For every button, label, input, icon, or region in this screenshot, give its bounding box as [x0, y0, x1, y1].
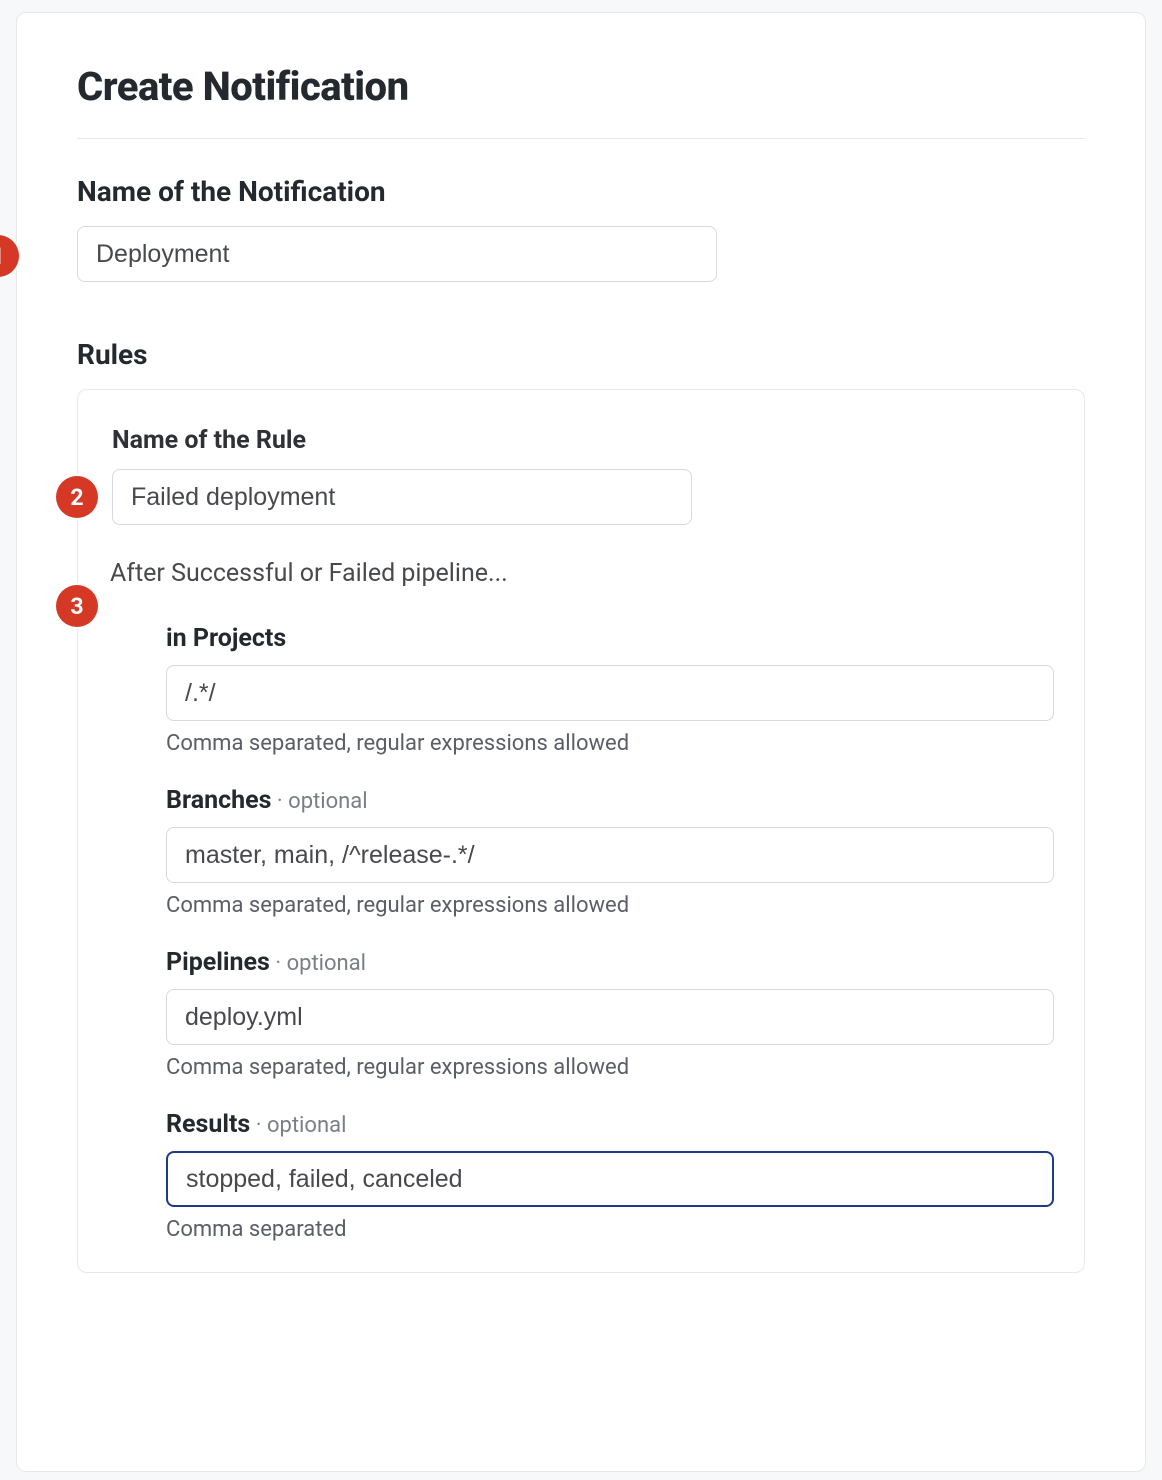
rules-card: Name of the Rule 2 3 After Successful or…	[77, 389, 1085, 1273]
pipelines-label-text: Pipelines	[166, 948, 270, 977]
optional-separator: ·	[250, 1113, 267, 1138]
step-badge-3: 3	[56, 585, 98, 627]
branches-help: Comma separated, regular expressions all…	[166, 893, 1054, 918]
page-title: Create Notification	[77, 63, 1085, 110]
pipelines-help: Comma separated, regular expressions all…	[166, 1055, 1054, 1080]
create-notification-card: 1 Create Notification Name of the Notifi…	[16, 12, 1146, 1472]
field-branches: Branches · optional Comma separated, reg…	[166, 786, 1054, 918]
rule-name-input[interactable]	[112, 469, 692, 525]
projects-label: in Projects	[166, 624, 1054, 653]
field-results: Results · optional Comma separated	[166, 1110, 1054, 1242]
rules-heading: Rules	[77, 338, 1085, 371]
projects-input[interactable]	[166, 665, 1054, 721]
step-badge-2: 2	[56, 476, 98, 518]
results-help: Comma separated	[166, 1217, 1054, 1242]
notification-name-input[interactable]	[77, 226, 717, 282]
optional-separator: ·	[271, 789, 288, 814]
rule-name-label: Name of the Rule	[112, 426, 1054, 455]
results-input[interactable]	[166, 1151, 1054, 1207]
branches-optional: optional	[288, 789, 367, 814]
pipelines-input[interactable]	[166, 989, 1054, 1045]
pipelines-label: Pipelines · optional	[166, 948, 1054, 977]
field-pipelines: Pipelines · optional Comma separated, re…	[166, 948, 1054, 1080]
branches-label-text: Branches	[166, 786, 271, 815]
results-label: Results · optional	[166, 1110, 1054, 1139]
branches-input[interactable]	[166, 827, 1054, 883]
results-label-text: Results	[166, 1110, 250, 1139]
rule-condition-text: After Successful or Failed pipeline...	[110, 559, 1054, 588]
notification-name-label: Name of the Notification	[77, 175, 1085, 208]
step-badge-1: 1	[0, 235, 19, 277]
divider	[77, 138, 1085, 139]
pipelines-optional: optional	[287, 951, 366, 976]
results-optional: optional	[267, 1113, 346, 1138]
branches-label: Branches · optional	[166, 786, 1054, 815]
projects-help: Comma separated, regular expressions all…	[166, 731, 1054, 756]
optional-separator: ·	[270, 951, 287, 976]
field-projects: in Projects Comma separated, regular exp…	[166, 624, 1054, 756]
